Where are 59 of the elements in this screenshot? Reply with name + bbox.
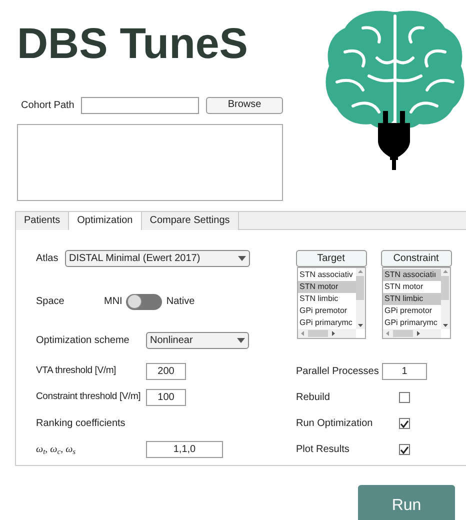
cohort-path-field[interactable] xyxy=(81,96,199,114)
omega-label: ω$_{t}$, ω$_{c}$, ω$_{s}$ xyxy=(36,443,77,457)
tab[interactable]: Compare Settings xyxy=(142,212,239,230)
left-arrow-icon xyxy=(300,331,304,336)
horizontal-scrollbar[interactable] xyxy=(298,329,356,338)
field-label: VTA threshold [V/m] xyxy=(36,364,117,378)
tab[interactable]: Patients xyxy=(16,212,70,230)
tab[interactable]: Optimization xyxy=(69,212,142,230)
native-label: Native xyxy=(166,295,195,309)
listbox[interactable]: STN associativ STN motor STN limbic GPi premotor GPi primarymc xyxy=(296,267,366,339)
scrollbar-thumb[interactable] xyxy=(441,276,449,300)
list-header-button[interactable]: Constraint xyxy=(380,250,452,267)
field-label: Constraint threshold [V/m] xyxy=(36,390,142,404)
app-title: DBS TuneS xyxy=(17,23,249,66)
scrollbar-thumb[interactable] xyxy=(308,330,328,337)
browse-button[interactable]: Browse xyxy=(206,96,283,114)
list-item[interactable]: STN limbic xyxy=(382,293,440,305)
down-arrow-icon xyxy=(358,324,362,327)
down-arrow-icon xyxy=(442,324,448,327)
right-arrow-icon xyxy=(332,331,334,336)
list-item[interactable]: GPi primarymc xyxy=(298,317,356,329)
checkbox-label: Rebuild xyxy=(296,391,331,405)
list-header-button[interactable]: Target xyxy=(296,250,366,267)
right-arrow-icon xyxy=(416,331,420,336)
number-field[interactable]: 200 xyxy=(146,363,186,380)
check-icon xyxy=(400,446,409,454)
dropdown[interactable]: DISTAL Minimal (Ewert 2017) xyxy=(65,250,250,267)
checkbox[interactable] xyxy=(399,418,410,429)
checkbox[interactable] xyxy=(399,444,410,455)
mni-label: MNI xyxy=(104,295,122,309)
horizontal-scrollbar[interactable] xyxy=(382,329,440,338)
dropdown[interactable]: Nonlinear xyxy=(146,332,249,349)
left-arrow-icon xyxy=(386,331,388,336)
checkbox[interactable] xyxy=(399,392,410,403)
number-field[interactable]: 1 xyxy=(382,363,427,380)
space-toggle[interactable] xyxy=(126,294,162,310)
space-label: Space xyxy=(36,295,66,309)
check-icon xyxy=(400,420,409,428)
checkbox-label: Run Optimization xyxy=(296,417,374,431)
field-label: Parallel Processes xyxy=(296,365,380,379)
list-item[interactable]: STN motor xyxy=(298,281,356,293)
log-text-area[interactable] xyxy=(17,124,283,201)
up-arrow-icon xyxy=(442,270,448,273)
listbox[interactable]: STN associatiı STN motor STN limbic GPi premotor GPi primarymc xyxy=(382,267,450,339)
up-arrow-icon xyxy=(358,270,362,273)
run-button[interactable]: Run xyxy=(358,485,455,520)
number-field[interactable]: 1,1,0 xyxy=(146,441,223,458)
cohort-path-label: Cohort Path xyxy=(21,98,76,112)
scrollbar-thumb[interactable] xyxy=(356,276,364,300)
section-label: Ranking coefficients xyxy=(36,417,126,431)
scrollbar-thumb[interactable] xyxy=(392,330,412,337)
list-item[interactable]: STN associatiı xyxy=(382,269,440,281)
number-field[interactable]: 100 xyxy=(146,389,186,406)
checkbox-label: Plot Results xyxy=(296,443,350,457)
caret-icon xyxy=(237,338,245,343)
optimization-scheme-label: Optimization scheme xyxy=(36,334,130,348)
list-item[interactable]: GPi primarymc xyxy=(382,317,440,329)
atlas-label: Atlas xyxy=(36,252,60,266)
caret-icon xyxy=(238,256,246,261)
